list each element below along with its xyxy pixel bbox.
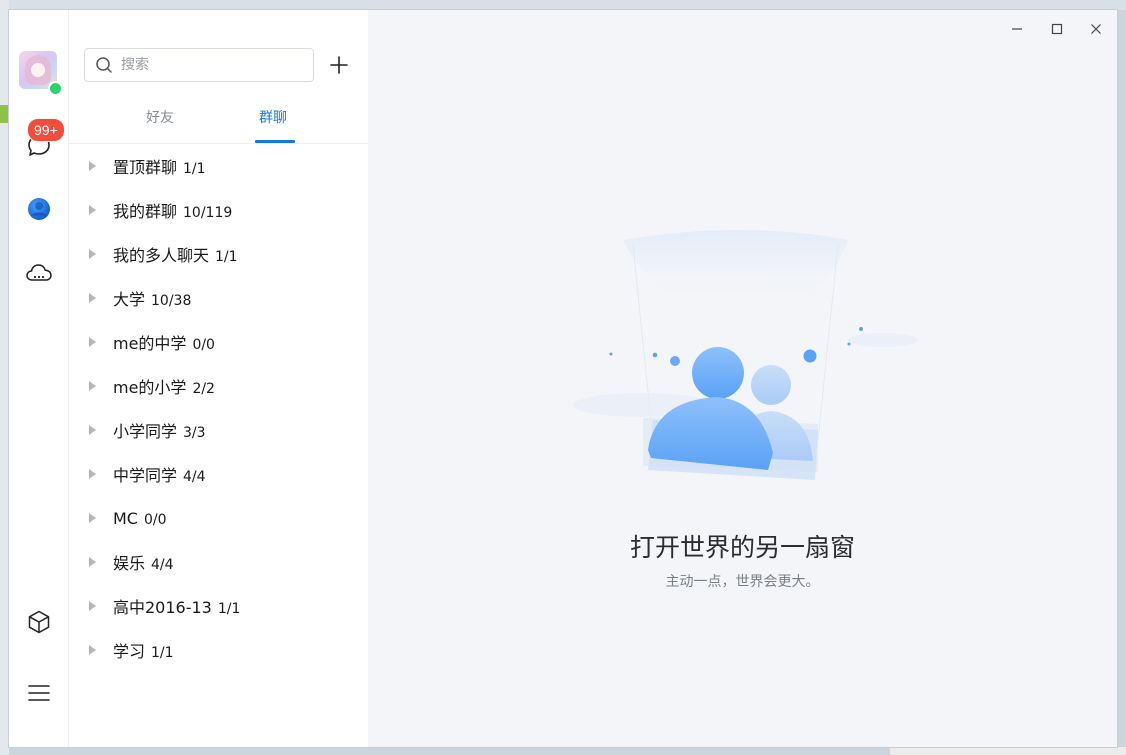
group-name-text: 中学同学 (113, 466, 178, 485)
group-row[interactable]: me的中学 0/0 (69, 320, 368, 364)
search-icon (96, 57, 112, 73)
cube-icon[interactable] (25, 608, 53, 636)
expand-arrow-icon[interactable] (89, 469, 96, 479)
nav-rail: 99+ (9, 10, 69, 747)
cloud-icon[interactable] (25, 259, 53, 287)
group-row[interactable]: 我的群聊 10/119 (69, 188, 368, 232)
group-member-count: 4/4 (151, 557, 174, 573)
group-name: me的中学 0/0 (113, 330, 215, 354)
group-row[interactable]: 大学 10/38 (69, 276, 368, 320)
group-name-text: 学习 (113, 642, 146, 661)
empty-state-subtitle: 主动一点，世界会更大。 (665, 574, 820, 590)
group-name-text: MC (113, 508, 138, 528)
group-name-text: 小学同学 (113, 422, 178, 441)
expand-arrow-icon[interactable] (89, 381, 96, 391)
search-input[interactable] (119, 56, 303, 74)
minimize-icon (1012, 28, 1022, 30)
tab-groups[interactable]: 群聊 (259, 107, 287, 127)
group-member-count: 1/1 (151, 645, 174, 661)
plus-icon (330, 56, 348, 74)
group-name-text: 置顶群聊 (113, 158, 178, 177)
group-name: me的小学 2/2 (113, 374, 215, 398)
group-name-text: 娱乐 (113, 554, 146, 573)
group-member-count: 1/1 (215, 249, 238, 265)
empty-state-illustration (573, 230, 918, 480)
expand-arrow-icon[interactable] (89, 337, 96, 347)
expand-arrow-icon[interactable] (89, 645, 96, 655)
group-member-count: 4/4 (183, 469, 206, 485)
expand-arrow-icon[interactable] (89, 425, 96, 435)
group-name-text: 大学 (113, 290, 146, 309)
group-name-text: 我的群聊 (113, 202, 178, 221)
group-name: 高中2016-13 1/1 (113, 594, 240, 618)
online-status-dot (48, 81, 63, 96)
expand-arrow-icon[interactable] (89, 161, 96, 171)
group-member-count: 1/1 (183, 161, 206, 177)
group-member-count: 10/119 (183, 205, 233, 221)
group-member-count: 0/0 (192, 337, 215, 353)
group-member-count: 2/2 (192, 381, 215, 397)
group-name: 我的群聊 10/119 (113, 198, 232, 222)
group-row[interactable]: 高中2016-13 1/1 (69, 584, 368, 628)
group-name-text: 高中2016-13 (113, 598, 212, 617)
chat-app-window: 99+ 搜索 好友 群聊 置顶群聊 1/1 我的群聊 10/119 我的多人聊天… (9, 10, 1117, 747)
expand-arrow-icon[interactable] (89, 249, 96, 259)
background-window-corner (890, 747, 1126, 755)
contacts-panel: 好友 群聊 置顶群聊 1/1 我的群聊 10/119 我的多人聊天 1/1 大学 10/38 m… (69, 10, 368, 747)
group-name-text: me的小学 (113, 378, 187, 397)
expand-arrow-icon[interactable] (89, 601, 96, 611)
unread-badge: 99+ (27, 118, 65, 142)
group-row[interactable]: me的小学 2/2 (69, 364, 368, 408)
group-name: 置顶群聊 1/1 (113, 154, 206, 178)
expand-arrow-icon[interactable] (89, 513, 96, 523)
background-window-accent (0, 105, 9, 123)
search-box[interactable] (84, 48, 314, 82)
minimize-button[interactable] (1002, 16, 1032, 42)
background-window-edge (0, 0, 1126, 10)
group-row[interactable]: 置顶群聊 1/1 (69, 144, 368, 188)
group-list: 置顶群聊 1/1 我的群聊 10/119 我的多人聊天 1/1 大学 10/38 me的中学 0/… (69, 144, 368, 672)
close-button[interactable] (1081, 16, 1111, 42)
add-button[interactable] (327, 53, 351, 77)
group-name: 学习 1/1 (113, 638, 174, 662)
group-row[interactable]: MC 0/0 (69, 496, 368, 540)
group-name: MC 0/0 (113, 509, 167, 528)
group-member-count: 3/3 (183, 425, 206, 441)
group-row[interactable]: 小学同学 3/3 (69, 408, 368, 452)
group-row[interactable]: 我的多人聊天 1/1 (69, 232, 368, 276)
group-name: 娱乐 4/4 (113, 550, 174, 574)
main-content: 打开世界的另一扇窗 主动一点，世界会更大。 (368, 10, 1117, 747)
expand-arrow-icon[interactable] (89, 293, 96, 303)
maximize-icon (1051, 23, 1063, 35)
group-name: 小学同学 3/3 (113, 418, 206, 442)
contacts-icon[interactable] (25, 195, 53, 223)
group-row[interactable]: 娱乐 4/4 (69, 540, 368, 584)
group-member-count: 1/1 (217, 601, 241, 617)
group-name-text: 我的多人聊天 (113, 246, 210, 265)
group-name: 我的多人聊天 1/1 (113, 242, 238, 266)
active-tab-indicator (255, 140, 295, 143)
empty-state-title: 打开世界的另一扇窗 (629, 533, 855, 562)
close-icon (1091, 24, 1101, 34)
expand-arrow-icon[interactable] (89, 205, 96, 215)
group-name: 大学 10/38 (113, 286, 191, 310)
group-row[interactable]: 学习 1/1 (69, 628, 368, 672)
contact-tabs: 好友 群聊 (69, 102, 368, 144)
group-name: 中学同学 4/4 (113, 462, 206, 486)
group-member-count: 0/0 (143, 511, 167, 528)
menu-icon[interactable] (25, 679, 53, 707)
group-member-count: 10/38 (151, 293, 192, 309)
group-name-text: me的中学 (113, 334, 187, 353)
expand-arrow-icon[interactable] (89, 557, 96, 567)
tab-friends[interactable]: 好友 (146, 107, 174, 127)
maximize-button[interactable] (1042, 16, 1072, 42)
group-row[interactable]: 中学同学 4/4 (69, 452, 368, 496)
